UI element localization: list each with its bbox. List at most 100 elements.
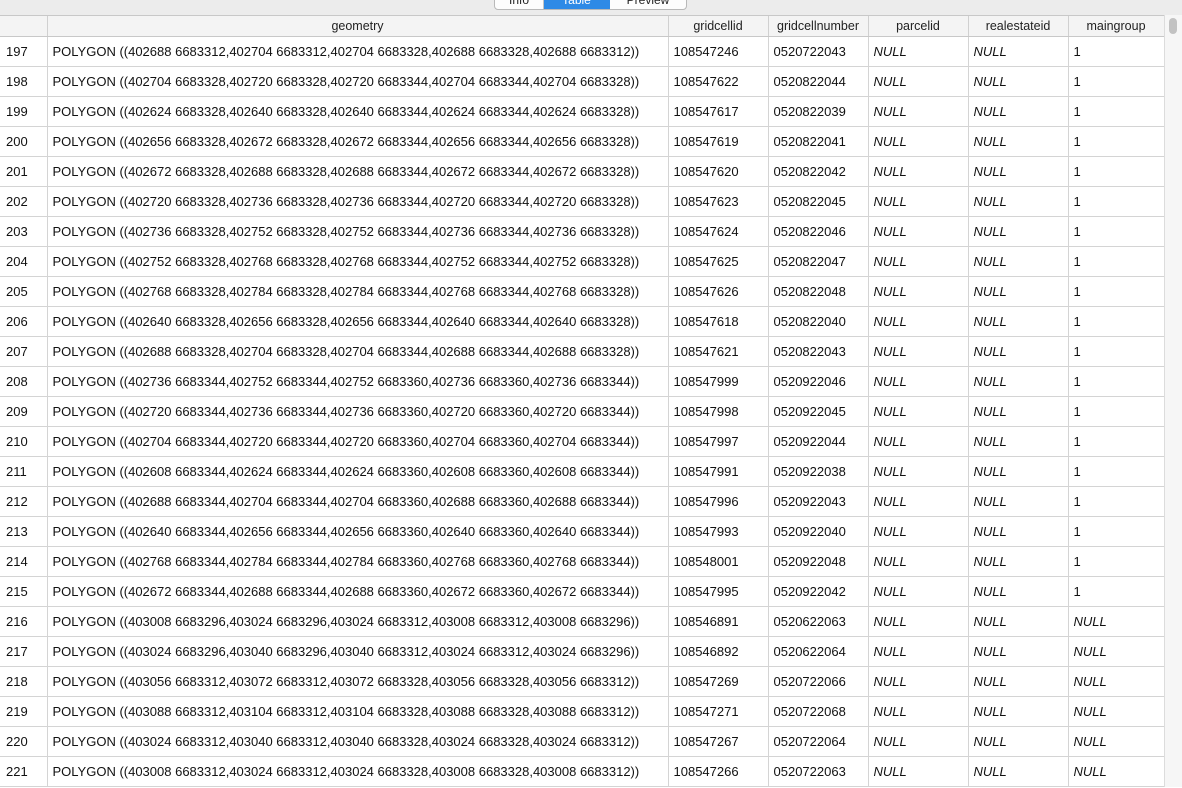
gridcellnumber-cell[interactable]: 0520922038 [768,456,869,487]
realestateid-cell[interactable]: NULL [968,546,1069,577]
geometry-cell[interactable]: POLYGON ((403008 6683296,403024 6683296,… [47,606,669,637]
gridcellid-cell[interactable]: 108547619 [668,126,769,157]
gridcellid-cell[interactable]: 108547618 [668,306,769,337]
geometry-cell[interactable]: POLYGON ((402688 6683328,402704 6683328,… [47,336,669,367]
parcelid-cell[interactable]: NULL [868,336,969,367]
maingroup-cell[interactable]: 1 [1068,96,1165,127]
geometry-cell[interactable]: POLYGON ((402704 6683328,402720 6683328,… [47,66,669,97]
row-number-cell[interactable]: 221 [0,756,48,787]
realestateid-cell[interactable]: NULL [968,756,1069,787]
row-number-cell[interactable]: 200 [0,126,48,157]
realestateid-cell[interactable]: NULL [968,216,1069,247]
geometry-cell[interactable]: POLYGON ((402640 6683344,402656 6683344,… [47,516,669,547]
gridcellid-cell[interactable]: 108547246 [668,36,769,67]
gridcellid-cell[interactable]: 108547626 [668,276,769,307]
geometry-cell[interactable]: POLYGON ((402688 6683312,402704 6683312,… [47,36,669,67]
column-header-parcelid[interactable]: parcelid [868,16,969,37]
realestateid-cell[interactable]: NULL [968,186,1069,217]
table-row[interactable]: 214 POLYGON ((402768 6683344,402784 66833… [0,546,1165,577]
gridcellnumber-cell[interactable]: 0520822046 [768,216,869,247]
table-row[interactable]: 215 POLYGON ((402672 6683344,402688 66833… [0,576,1165,607]
maingroup-cell[interactable]: 1 [1068,546,1165,577]
parcelid-cell[interactable]: NULL [868,66,969,97]
gridcellid-cell[interactable]: 108547997 [668,426,769,457]
realestateid-cell[interactable]: NULL [968,156,1069,187]
realestateid-cell[interactable]: NULL [968,636,1069,667]
gridcellnumber-cell[interactable]: 0520922046 [768,366,869,397]
maingroup-cell[interactable]: 1 [1068,126,1165,157]
geometry-cell[interactable]: POLYGON ((402624 6683328,402640 6683328,… [47,96,669,127]
row-number-cell[interactable]: 205 [0,276,48,307]
geometry-cell[interactable]: POLYGON ((402720 6683328,402736 6683328,… [47,186,669,217]
gridcellid-cell[interactable]: 108547271 [668,696,769,727]
maingroup-cell[interactable]: 1 [1068,516,1165,547]
realestateid-cell[interactable]: NULL [968,696,1069,727]
maingroup-cell[interactable]: 1 [1068,216,1165,247]
maingroup-cell[interactable]: 1 [1068,186,1165,217]
realestateid-cell[interactable]: NULL [968,126,1069,157]
realestateid-cell[interactable]: NULL [968,486,1069,517]
table-row[interactable]: 207 POLYGON ((402688 6683328,402704 66833… [0,336,1165,367]
table-row[interactable]: 200 POLYGON ((402656 6683328,402672 66833… [0,126,1165,157]
parcelid-cell[interactable]: NULL [868,636,969,667]
table-row[interactable]: 208 POLYGON ((402736 6683344,402752 66833… [0,366,1165,397]
realestateid-cell[interactable]: NULL [968,276,1069,307]
realestateid-cell[interactable]: NULL [968,336,1069,367]
row-number-cell[interactable]: 203 [0,216,48,247]
parcelid-cell[interactable]: NULL [868,276,969,307]
realestateid-cell[interactable]: NULL [968,396,1069,427]
table-row[interactable]: 206 POLYGON ((402640 6683328,402656 66833… [0,306,1165,337]
gridcellnumber-cell[interactable]: 0520922040 [768,516,869,547]
parcelid-cell[interactable]: NULL [868,426,969,457]
geometry-cell[interactable]: POLYGON ((403088 6683312,403104 6683312,… [47,696,669,727]
geometry-cell[interactable]: POLYGON ((402752 6683328,402768 6683328,… [47,246,669,277]
row-number-cell[interactable]: 201 [0,156,48,187]
gridcellid-cell[interactable]: 108546892 [668,636,769,667]
realestateid-cell[interactable]: NULL [968,96,1069,127]
gridcellid-cell[interactable]: 108547620 [668,156,769,187]
column-header-gridcellid[interactable]: gridcellid [668,16,769,37]
gridcellid-cell[interactable]: 108547625 [668,246,769,277]
gridcellid-cell[interactable]: 108547617 [668,96,769,127]
gridcellid-cell[interactable]: 108548001 [668,546,769,577]
gridcellnumber-cell[interactable]: 0520722043 [768,36,869,67]
gridcellid-cell[interactable]: 108547991 [668,456,769,487]
realestateid-cell[interactable]: NULL [968,246,1069,277]
table-row[interactable]: 218 POLYGON ((403056 6683312,403072 66833… [0,666,1165,697]
gridcellid-cell[interactable]: 108547266 [668,756,769,787]
table-row[interactable]: 211 POLYGON ((402608 6683344,402624 66833… [0,456,1165,487]
gridcellnumber-cell[interactable]: 0520622063 [768,606,869,637]
realestateid-cell[interactable]: NULL [968,36,1069,67]
realestateid-cell[interactable]: NULL [968,426,1069,457]
parcelid-cell[interactable]: NULL [868,666,969,697]
maingroup-cell[interactable]: NULL [1068,636,1165,667]
vertical-scrollbar[interactable] [1164,15,1182,787]
gridcellid-cell[interactable]: 108546891 [668,606,769,637]
realestateid-cell[interactable]: NULL [968,456,1069,487]
geometry-cell[interactable]: POLYGON ((403024 6683312,403040 6683312,… [47,726,669,757]
gridcellnumber-cell[interactable]: 0520922043 [768,486,869,517]
geometry-cell[interactable]: POLYGON ((402608 6683344,402624 6683344,… [47,456,669,487]
maingroup-cell[interactable]: 1 [1068,426,1165,457]
column-header-gridcellnumber[interactable]: gridcellnumber [768,16,869,37]
parcelid-cell[interactable]: NULL [868,306,969,337]
parcelid-cell[interactable]: NULL [868,696,969,727]
row-number-cell[interactable]: 206 [0,306,48,337]
gridcellid-cell[interactable]: 108547267 [668,726,769,757]
gridcellnumber-cell[interactable]: 0520822048 [768,276,869,307]
parcelid-cell[interactable]: NULL [868,456,969,487]
row-number-cell[interactable]: 217 [0,636,48,667]
gridcellnumber-cell[interactable]: 0520822043 [768,336,869,367]
parcelid-cell[interactable]: NULL [868,156,969,187]
maingroup-cell[interactable]: 1 [1068,276,1165,307]
geometry-cell[interactable]: POLYGON ((402656 6683328,402672 6683328,… [47,126,669,157]
tab-info[interactable]: Info [495,0,544,9]
parcelid-cell[interactable]: NULL [868,576,969,607]
maingroup-cell[interactable]: 1 [1068,246,1165,277]
table-row[interactable]: 220 POLYGON ((403024 6683312,403040 66833… [0,726,1165,757]
maingroup-cell[interactable]: 1 [1068,576,1165,607]
realestateid-cell[interactable]: NULL [968,516,1069,547]
gridcellnumber-cell[interactable]: 0520822042 [768,156,869,187]
gridcellnumber-cell[interactable]: 0520922044 [768,426,869,457]
table-row[interactable]: 212 POLYGON ((402688 6683344,402704 66833… [0,486,1165,517]
